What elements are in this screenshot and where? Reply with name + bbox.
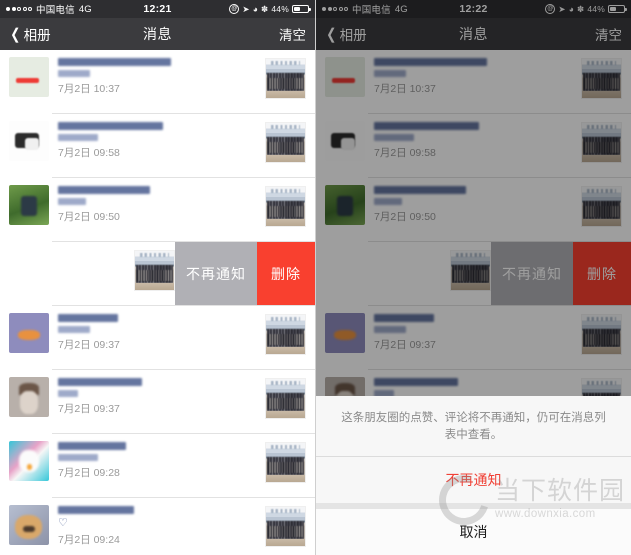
back-label: 相册	[23, 28, 51, 43]
post-thumbnail[interactable]	[265, 506, 306, 547]
list-item-body: 7月2日 09:37	[58, 313, 259, 352]
sender-name-blurred	[58, 506, 135, 514]
message-text-blurred	[58, 390, 79, 397]
list-item-body: ♡ 7月2日 09:24	[58, 505, 259, 547]
battery-icon	[292, 5, 311, 13]
sender-name-blurred	[58, 314, 119, 322]
post-thumbnail[interactable]	[265, 378, 306, 419]
rotation-lock-icon: @	[229, 4, 240, 14]
list-item-body: 7月2日 09:37	[58, 377, 259, 416]
confirm-mute-button[interactable]: 不再通知	[316, 457, 631, 503]
signal-strength-icon	[6, 7, 32, 11]
message-text-blurred	[58, 326, 91, 333]
sender-name-blurred	[58, 122, 163, 130]
list-item[interactable]: 7月2日 09:50	[0, 178, 315, 242]
timestamp: 7月2日 09:28	[58, 467, 120, 479]
timestamp: 7月2日 09:37	[58, 339, 120, 351]
post-thumbnail[interactable]	[134, 250, 175, 291]
mute-notification-button[interactable]: 不再通知	[175, 242, 257, 305]
list-item-body: 7月2日 10:37	[58, 57, 259, 96]
swipe-action-group: 不再通知 删除	[175, 242, 315, 305]
timestamp: 7月2日 09:50	[58, 211, 120, 223]
message-text-blurred	[58, 454, 99, 461]
timestamp: 7月2日 10:37	[58, 83, 120, 95]
clear-all-button[interactable]: 清空	[279, 24, 306, 44]
message-text-blurred	[58, 70, 91, 77]
post-thumbnail[interactable]	[265, 442, 306, 483]
list-item-swiped[interactable]: 不再通知 删除	[0, 242, 315, 306]
post-thumbnail[interactable]	[265, 186, 306, 227]
list-item[interactable]: 7月2日 09:58	[0, 114, 315, 178]
post-thumbnail[interactable]	[265, 122, 306, 163]
avatar	[9, 57, 49, 97]
post-thumbnail[interactable]	[265, 58, 306, 99]
delete-button[interactable]: 删除	[257, 242, 315, 305]
timestamp: 7月2日 09:24	[58, 534, 120, 546]
chevron-left-icon: ❮	[10, 25, 21, 43]
screenshot-stage: 中国电信 4G 12:21 @ ➤ ◕ ✽ 44% ❮ 相册 消息 清空 7月2…	[0, 0, 631, 555]
right-phone-panel: 中国电信 4G 12:22 @ ➤ ◕ ✽ 44% ❮ 相册 消息 清空 7月2…	[315, 0, 631, 555]
list-item[interactable]: 7月2日 10:37	[0, 50, 315, 114]
sender-name-blurred	[58, 186, 151, 194]
message-text-blurred	[58, 198, 87, 205]
cancel-button[interactable]: 取消	[316, 509, 631, 555]
back-to-album-button[interactable]: ❮ 相册	[9, 24, 51, 44]
location-arrow-icon: ➤	[242, 3, 250, 14]
avatar	[9, 505, 49, 545]
post-thumbnail[interactable]	[265, 314, 306, 355]
avatar	[9, 313, 49, 353]
timestamp: 7月2日 09:37	[58, 403, 120, 415]
status-bar-left-group: 中国电信 4G	[6, 2, 158, 16]
left-phone-panel: 中国电信 4G 12:21 @ ➤ ◕ ✽ 44% ❮ 相册 消息 清空 7月2…	[0, 0, 315, 555]
nav-bar-left: ❮ 相册 消息 清空	[0, 18, 315, 50]
sender-name-blurred	[58, 442, 127, 450]
avatar	[9, 377, 49, 417]
sender-name-blurred	[58, 378, 143, 386]
avatar	[9, 185, 49, 225]
action-sheet: 这条朋友圈的点赞、评论将不再通知，仍可在消息列表中查看。 不再通知 取消	[316, 396, 631, 555]
carrier-label: 中国电信	[36, 5, 75, 16]
status-bar-left: 中国电信 4G 12:21 @ ➤ ◕ ✽ 44%	[0, 0, 315, 18]
list-item[interactable]: ♡ 7月2日 09:24	[0, 498, 315, 555]
battery-percent-label: 44%	[271, 3, 289, 14]
list-item[interactable]: 7月2日 09:28	[0, 434, 315, 498]
network-type-label: 4G	[78, 3, 92, 15]
avatar	[9, 121, 49, 161]
list-item[interactable]: 7月2日 09:37	[0, 370, 315, 434]
message-list-left: 7月2日 10:37 7月2日 09:58 7月2日 09:50 不再通知 删除…	[0, 50, 315, 555]
bluetooth-icon: ✽	[261, 3, 269, 14]
like-heart-icon: ♡	[58, 517, 68, 529]
list-item-body: 7月2日 09:50	[58, 185, 259, 224]
action-sheet-message: 这条朋友圈的点赞、评论将不再通知，仍可在消息列表中查看。	[316, 396, 631, 456]
list-item[interactable]: 7月2日 09:37	[0, 306, 315, 370]
sender-name-blurred	[58, 58, 171, 66]
list-item-body: 7月2日 09:28	[58, 441, 259, 480]
timestamp: 7月2日 09:58	[58, 147, 120, 159]
alarm-clock-icon: ◕	[252, 3, 259, 14]
message-text-blurred	[58, 134, 99, 141]
avatar	[9, 441, 49, 481]
status-bar-right-group: @ ➤ ◕ ✽ 44%	[158, 3, 311, 14]
list-item-body: 7月2日 09:58	[58, 121, 259, 160]
